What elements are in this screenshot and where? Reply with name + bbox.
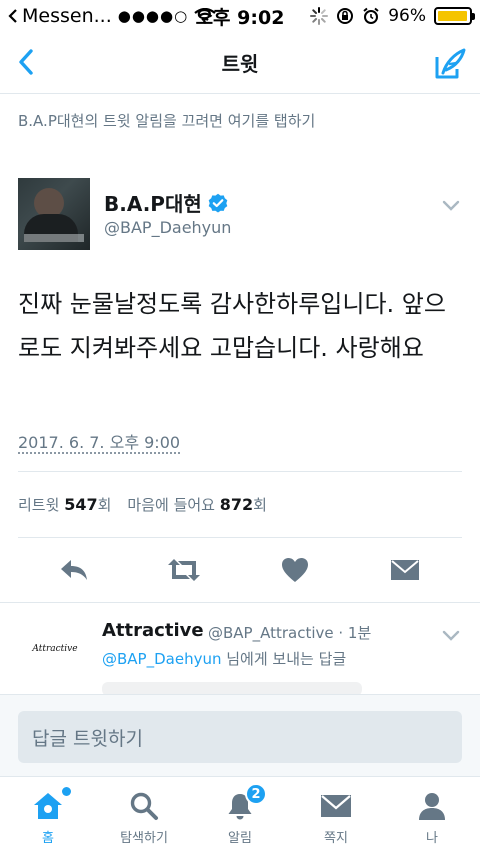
battery-icon — [434, 7, 475, 25]
reply-to-mention[interactable]: @BAP_Daehyun — [102, 650, 221, 668]
avatar-album-cover — [24, 234, 84, 242]
reply-input[interactable]: 답글 트윗하기 — [18, 711, 462, 763]
tab-label: 나 — [426, 831, 438, 846]
retweet-icon — [168, 559, 200, 581]
like-stat[interactable]: 마음에 들어요 872회 — [127, 494, 267, 515]
like-count: 872 — [219, 495, 254, 514]
tab-notifications[interactable]: 2 알림 — [192, 783, 288, 846]
retweet-stat-label: 리트윗 — [18, 496, 60, 514]
notification-badge: 2 — [245, 783, 267, 805]
tab-label: 쪽지 — [324, 831, 348, 846]
tab-me[interactable]: 나 — [384, 789, 480, 846]
divider — [0, 602, 480, 603]
retweet-button[interactable] — [166, 552, 202, 588]
tweet-stats: 리트윗 547회 마음에 들어요 872회 — [18, 494, 267, 515]
bell-icon: 2 — [223, 783, 267, 823]
reply-author-name[interactable]: Attractive — [102, 620, 204, 641]
person-icon — [415, 789, 449, 823]
reply-text-peek — [102, 682, 362, 694]
direct-message-button[interactable] — [387, 552, 423, 588]
nav-bar: 트윗 — [0, 32, 480, 94]
compose-feather-icon — [435, 48, 466, 79]
tweet-author-handle[interactable]: @BAP_Daehyun — [104, 218, 231, 237]
loading-spinner-icon — [310, 7, 329, 25]
tab-explore[interactable]: 탐색하기 — [96, 789, 192, 846]
divider — [18, 471, 462, 472]
home-new-dot — [62, 787, 71, 796]
battery-fill — [438, 11, 467, 21]
chevron-down-icon[interactable] — [440, 624, 462, 646]
orientation-lock-icon — [337, 8, 354, 24]
tweet-timestamp[interactable]: 2017. 6. 7. 오후 9:00 — [18, 429, 180, 453]
battery-percent: 96% — [388, 6, 426, 26]
envelope-icon — [319, 789, 353, 823]
envelope-icon — [391, 560, 419, 580]
verified-badge-icon — [208, 193, 228, 212]
retweet-count-unit: 회 — [97, 496, 112, 514]
reply-icon — [61, 560, 87, 580]
back-to-app[interactable]: Messen... — [8, 5, 112, 27]
reply-tweet[interactable]: Attractive Attractive @BAP_Attractive · … — [0, 614, 480, 694]
tab-label: 탐색하기 — [120, 831, 168, 846]
reply-avatar[interactable]: Attractive — [30, 644, 80, 668]
tab-messages[interactable]: 쪽지 — [288, 789, 384, 846]
back-app-label: Messen... — [22, 5, 112, 27]
like-count-unit: 회 — [253, 496, 267, 514]
tweet-actions — [0, 548, 480, 592]
back-button[interactable] — [6, 42, 46, 82]
reply-to-suffix: 님에게 보내는 답글 — [221, 650, 347, 668]
chevron-left-icon — [19, 49, 33, 75]
notification-toggle-banner[interactable]: B.A.P대현의 트윗 알림을 끄려면 여기를 탭하기 — [18, 110, 315, 131]
like-stat-label: 마음에 들어요 — [127, 496, 215, 514]
tab-label: 알림 — [228, 831, 252, 846]
signal-strength: ●●●●○ — [117, 7, 189, 25]
alarm-icon — [363, 7, 379, 24]
heart-icon — [282, 558, 308, 582]
avatar[interactable] — [18, 178, 90, 250]
status-bar: Messen... ●●●●○ 오후 9:02 96% — [0, 0, 480, 32]
page-title: 트윗 — [221, 52, 259, 76]
retweet-count: 547 — [64, 495, 98, 514]
divider — [18, 537, 462, 538]
tweet-text: 진짜 눈물날정도록 감사한하루입니다. 앞으로도 지켜봐주세요 고맙습니다. 사… — [18, 290, 446, 362]
search-icon — [127, 789, 161, 823]
back-app-chevron-icon — [8, 9, 17, 23]
home-icon — [31, 787, 71, 823]
wifi-icon — [194, 8, 216, 24]
compose-tweet-button[interactable] — [430, 44, 470, 84]
reply-to-line: @BAP_Daehyun 님에게 보내는 답글 — [102, 648, 346, 669]
chevron-down-icon[interactable] — [440, 194, 462, 216]
tab-label: 홈 — [42, 831, 54, 846]
reply-button[interactable] — [56, 552, 92, 588]
like-button[interactable] — [277, 552, 313, 588]
tab-bar: 홈 탐색하기 2 알림 쪽지 나 — [0, 776, 480, 852]
reply-composer-bar: 답글 트윗하기 — [0, 694, 480, 776]
tweet-author-name[interactable]: B.A.P대현 — [104, 188, 202, 217]
reply-author-handle: @BAP_Attractive · 1분 — [208, 624, 372, 642]
retweet-stat[interactable]: 리트윗 547회 — [18, 494, 111, 515]
tab-home[interactable]: 홈 — [0, 787, 96, 846]
